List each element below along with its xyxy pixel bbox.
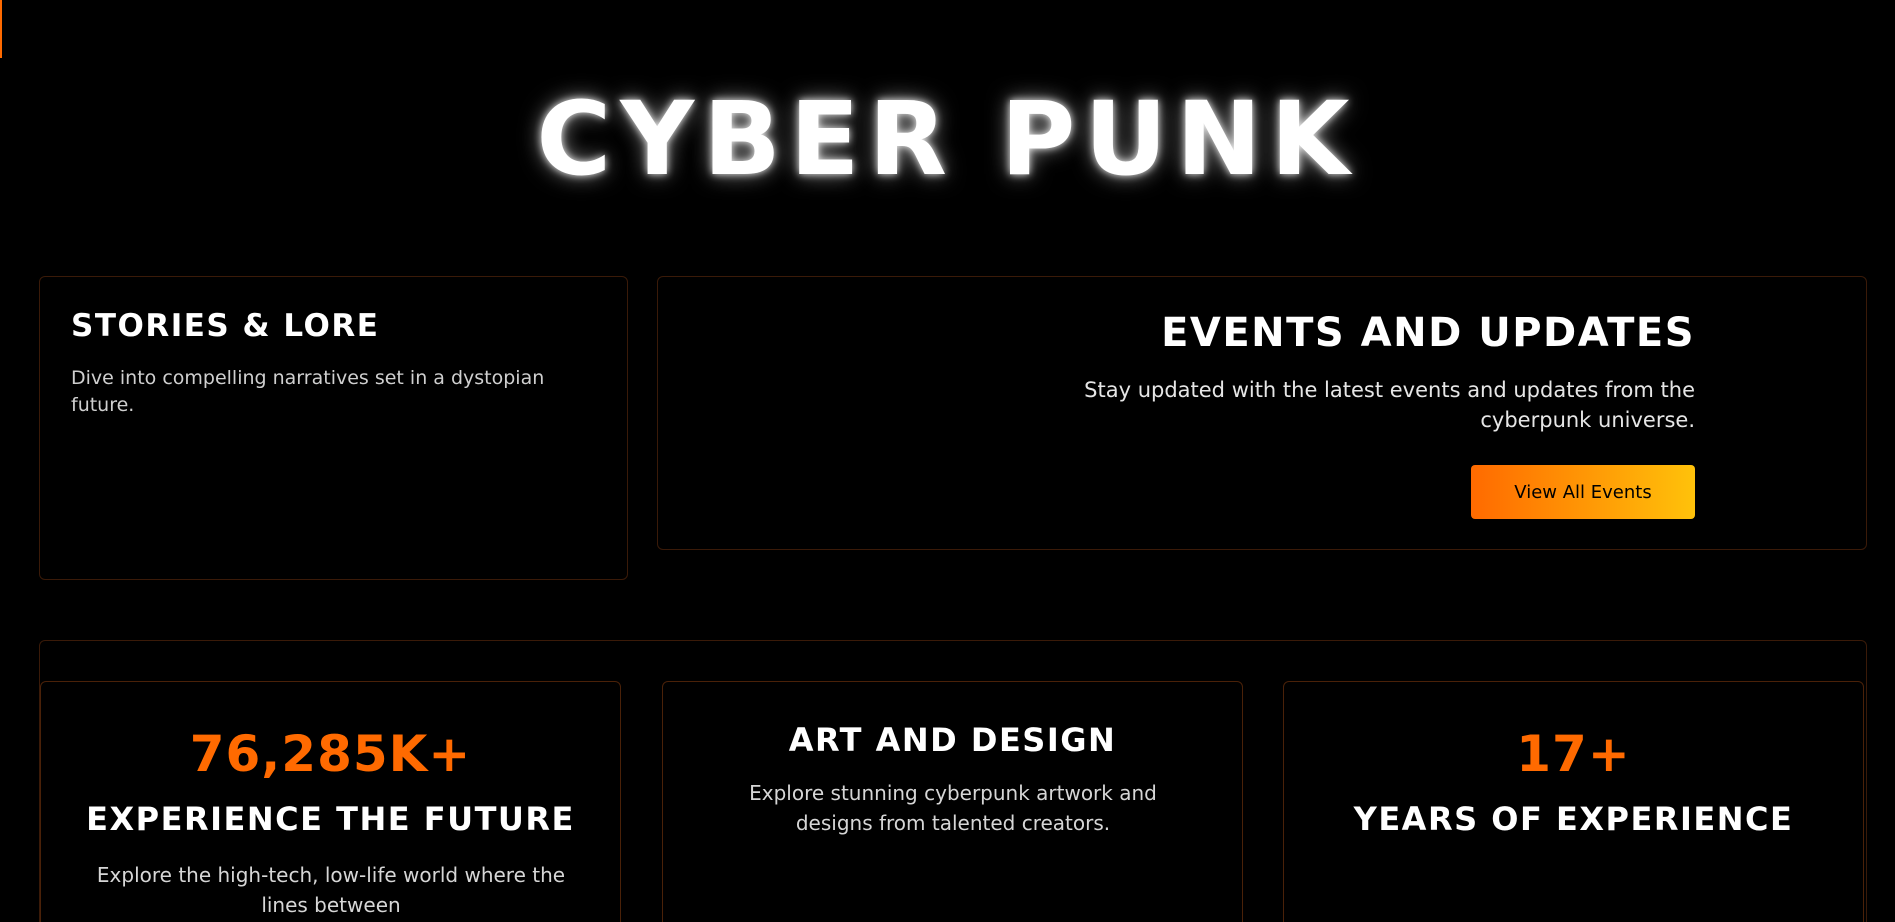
stat-text: Explore the high-tech, low-life world wh…: [96, 863, 566, 917]
hero-title: CYBER PUNK: [536, 80, 1359, 199]
view-all-events-button[interactable]: View All Events: [1471, 465, 1695, 519]
page: CYBER PUNK STORIES & LORE Dive into comp…: [0, 0, 1895, 922]
stories-lore-title: STORIES & LORE: [71, 308, 380, 344]
stat-card-experience-future: 76,285K+ EXPERIENCE THE FUTURE Explore t…: [40, 681, 621, 922]
events-updates-card: EVENTS AND UPDATES Stay updated with the…: [657, 276, 1867, 550]
stat-number: 17+: [1516, 725, 1631, 783]
stat-number: 76,285K+: [189, 725, 472, 783]
stat-text: Explore stunning cyberpunk artwork and d…: [749, 781, 1157, 835]
stat-heading: YEARS OF EXPERIENCE: [1353, 800, 1794, 838]
stat-card-art-design: ART AND DESIGN Explore stunning cyberpun…: [662, 681, 1243, 922]
stories-lore-description: Dive into compelling narratives set in a…: [71, 367, 545, 416]
stories-lore-card: STORIES & LORE Dive into compelling narr…: [39, 276, 628, 580]
events-updates-title: EVENTS AND UPDATES: [1161, 310, 1695, 356]
events-updates-description: Stay updated with the latest events and …: [1084, 378, 1695, 432]
corner-accent-bar: [0, 0, 2, 58]
stat-heading: EXPERIENCE THE FUTURE: [86, 800, 575, 838]
stat-heading: ART AND DESIGN: [788, 721, 1117, 759]
stat-card-years-experience: 17+ YEARS OF EXPERIENCE: [1283, 681, 1864, 922]
